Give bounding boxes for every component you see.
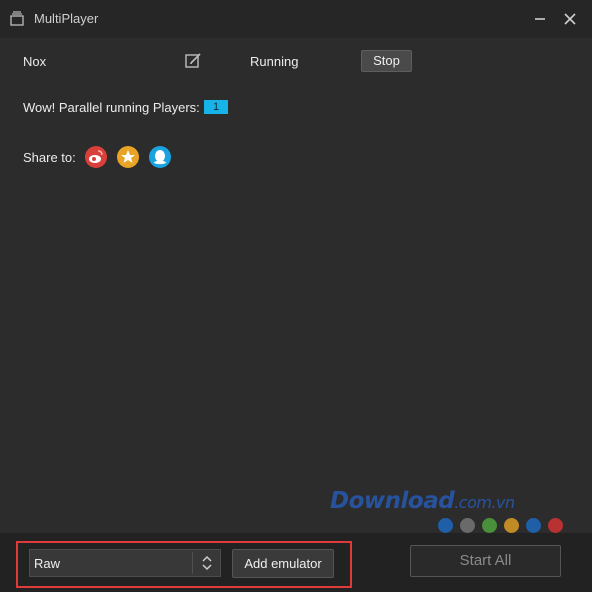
edit-icon[interactable] [184, 52, 202, 70]
close-icon[interactable] [560, 9, 580, 29]
watermark-dots [438, 518, 563, 533]
watermark-text: Download [330, 488, 455, 514]
multiplayer-icon [9, 11, 25, 27]
title-bar: MultiPlayer [0, 0, 592, 38]
watermark-dot [548, 518, 563, 533]
select-value: Raw [34, 556, 61, 571]
stop-button[interactable]: Stop [361, 50, 412, 72]
watermark: Download.com.vn [330, 488, 515, 514]
watermark-suffix: .com.vn [454, 493, 515, 512]
parallel-running-text: Wow! Parallel running Players: [23, 100, 200, 115]
watermark-dot [460, 518, 475, 533]
watermark-dot [482, 518, 497, 533]
player-count-badge: 1 [204, 100, 228, 114]
share-label: Share to: [23, 150, 76, 165]
select-divider [192, 552, 193, 574]
watermark-dot [504, 518, 519, 533]
minimize-icon[interactable] [530, 9, 550, 29]
emulator-type-select[interactable]: Raw [29, 549, 221, 577]
add-emulator-button[interactable]: Add emulator [232, 549, 334, 578]
chevron-updown-icon[interactable] [198, 554, 216, 572]
start-all-button[interactable]: Start All [410, 545, 561, 577]
qzone-icon[interactable] [117, 146, 139, 168]
window-title: MultiPlayer [34, 11, 99, 26]
weibo-icon[interactable] [85, 146, 107, 168]
emulator-name: Nox [23, 54, 47, 69]
qq-icon[interactable] [149, 146, 171, 168]
watermark-dot [526, 518, 541, 533]
emulator-status: Running [250, 54, 299, 69]
watermark-dot [438, 518, 453, 533]
